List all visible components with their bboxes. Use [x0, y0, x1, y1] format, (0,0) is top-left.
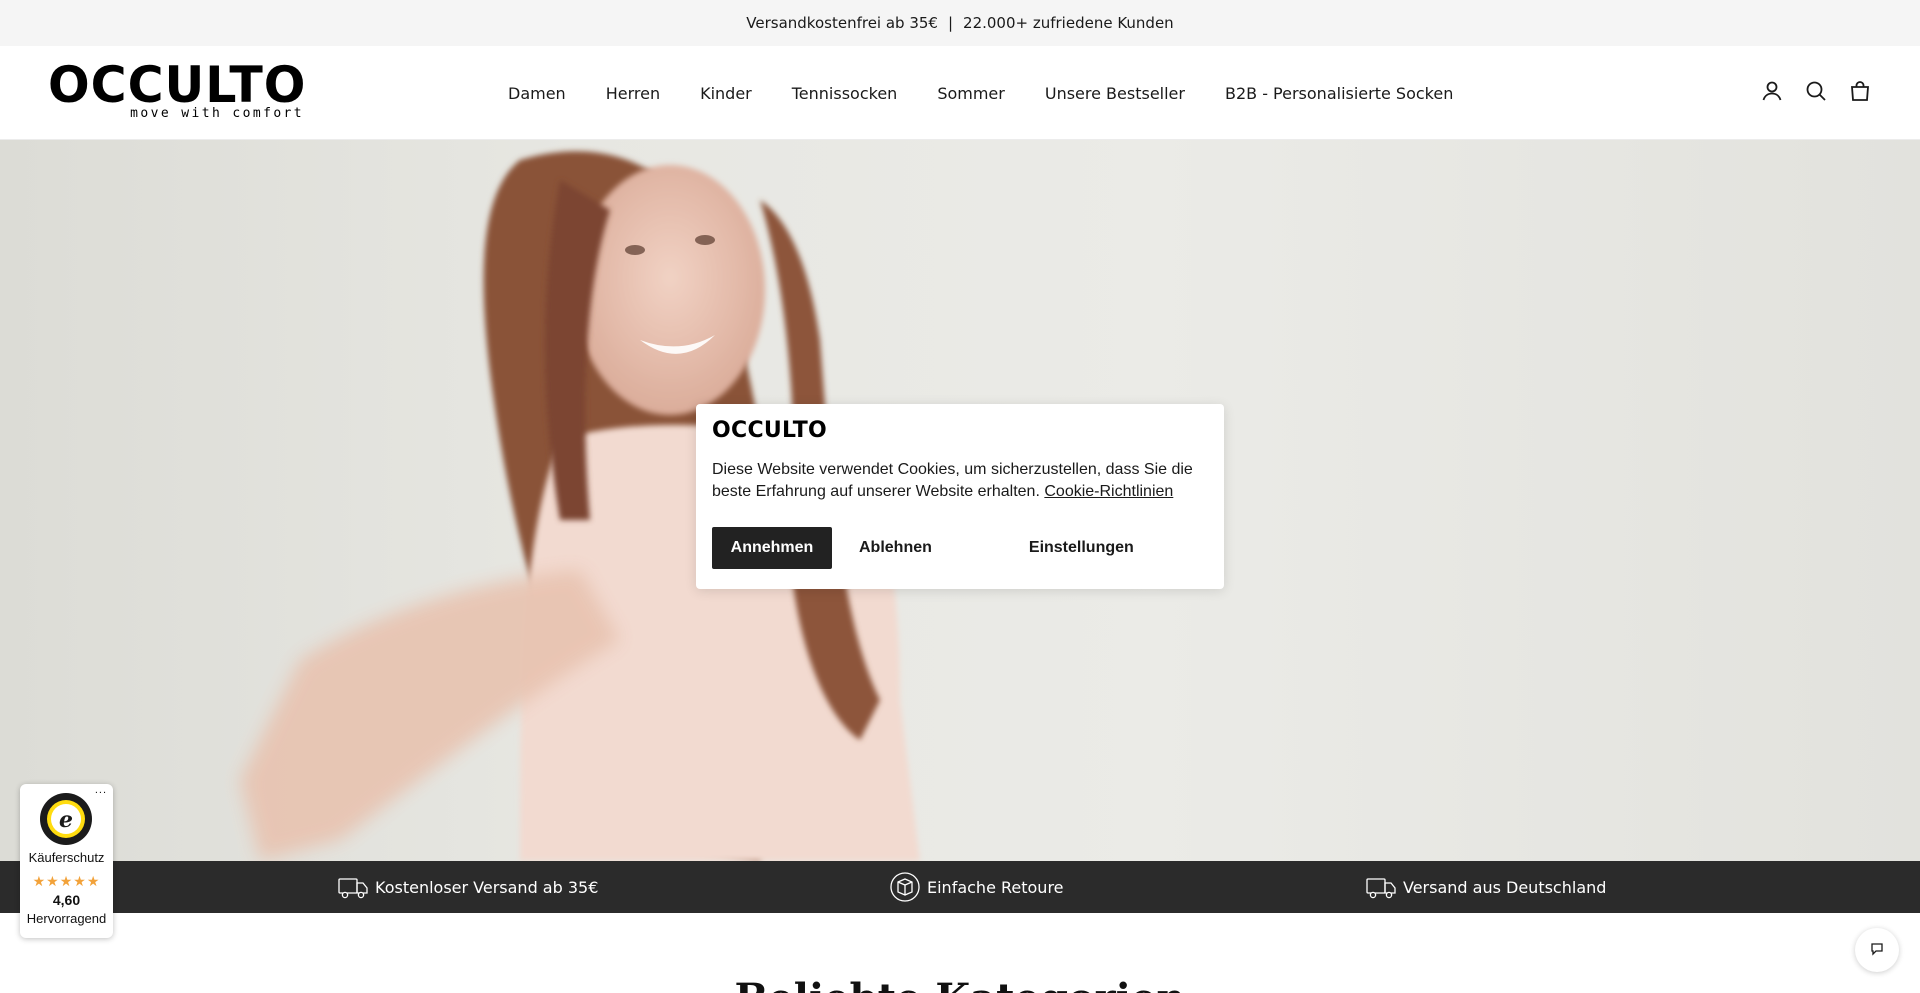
announcement-bar: Versandkostenfrei ab 35€ | 22.000+ zufri… — [0, 0, 1920, 46]
main-nav: Damen Herren Kinder Tennissocken Sommer … — [508, 46, 1453, 140]
cookie-text: Diese Website verwendet Cookies, um sich… — [712, 459, 1208, 503]
search-icon[interactable] — [1804, 79, 1828, 103]
announcement-customers: 22.000+ zufriedene Kunden — [963, 14, 1174, 32]
cart-icon[interactable] — [1848, 79, 1872, 103]
usp-easy-return: Einfache Retoure — [889, 861, 1064, 913]
return-box-icon — [889, 871, 921, 903]
nav-damen[interactable]: Damen — [508, 84, 566, 103]
chat-icon — [1870, 941, 1884, 960]
nav-b2b[interactable]: B2B - Personalisierte Socken — [1225, 84, 1453, 103]
cookie-policy-link[interactable]: Cookie-Richtlinien — [1044, 483, 1173, 500]
trusted-shops-seal-icon: e — [39, 792, 93, 846]
header-icons — [1760, 79, 1872, 103]
usp-germany-shipping-label: Versand aus Deutschland — [1403, 877, 1607, 897]
logo-tagline: move with comfort — [130, 106, 304, 121]
announcement-shipping: Versandkostenfrei ab 35€ — [746, 14, 938, 32]
rating-stars: ★★★★★ — [32, 873, 101, 889]
cookie-dialog: OCCULTO Diese Website verwendet Cookies,… — [696, 404, 1224, 589]
usp-germany-shipping: Versand aus Deutschland — [1365, 861, 1606, 913]
badge-menu-icon[interactable]: ... — [95, 784, 107, 796]
usp-easy-return-label: Einfache Retoure — [927, 877, 1064, 897]
nav-tennissocken[interactable]: Tennissocken — [792, 84, 898, 103]
cookie-logo: OCCULTO — [712, 418, 828, 443]
site-header: OCCULTO move with comfort Damen Herren K… — [0, 46, 1920, 140]
rating-text: Hervorragend — [26, 911, 107, 926]
chat-button[interactable] — [1855, 928, 1899, 972]
account-icon[interactable] — [1760, 79, 1784, 103]
truck-icon — [1365, 871, 1397, 903]
rating-score: 4,60 — [52, 892, 81, 908]
usp-free-shipping-label: Kostenloser Versand ab 35€ — [375, 877, 599, 897]
svg-text:e: e — [59, 807, 73, 833]
nav-sommer[interactable]: Sommer — [937, 84, 1005, 103]
cookie-buttons: Annehmen Ablehnen Einstellungen — [712, 527, 1134, 569]
nav-bestseller[interactable]: Unsere Bestseller — [1045, 84, 1185, 103]
settings-button[interactable]: Einstellungen — [1029, 527, 1134, 569]
badge-label: Käuferschutz — [28, 850, 105, 865]
logo-wordmark: OCCULTO — [48, 56, 307, 114]
site-logo[interactable]: OCCULTO move with comfort — [48, 56, 307, 122]
nav-kinder[interactable]: Kinder — [700, 84, 752, 103]
usp-free-shipping: Kostenloser Versand ab 35€ — [337, 861, 598, 913]
announcement-separator: | — [947, 14, 954, 32]
usp-bar: Kostenloser Versand ab 35€ Einfache Reto… — [0, 861, 1920, 913]
trusted-shops-badge[interactable]: ... e Käuferschutz ★★★★★ 4,60 Hervorrage… — [20, 784, 113, 938]
decline-button[interactable]: Ablehnen — [859, 527, 932, 569]
nav-herren[interactable]: Herren — [606, 84, 660, 103]
truck-icon — [337, 871, 369, 903]
accept-button[interactable]: Annehmen — [712, 527, 832, 569]
section-title: Beliebte Kategorien — [0, 975, 1920, 993]
